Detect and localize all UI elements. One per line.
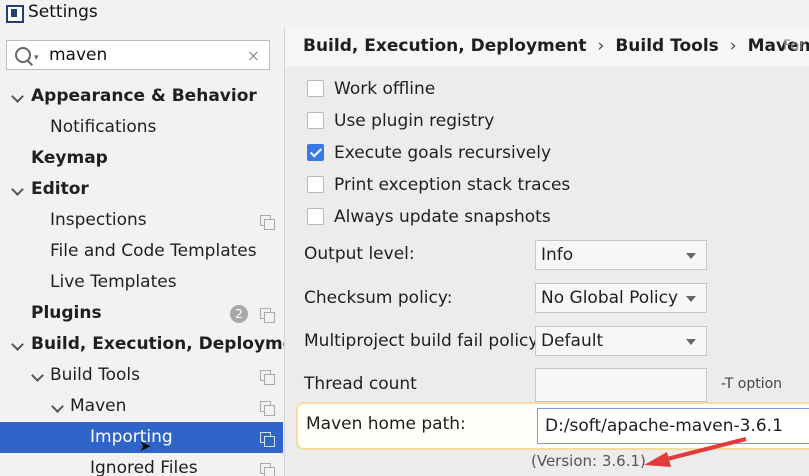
title-bar: Settings <box>0 0 809 28</box>
clear-search-icon[interactable]: × <box>247 46 260 65</box>
settings-search-input[interactable] <box>49 45 249 65</box>
checkbox-label: Work offline <box>334 79 436 99</box>
tree-item-label: Editor <box>31 179 89 199</box>
tree-item-label: Live Templates <box>50 272 177 292</box>
settings-search-box[interactable]: ▾ × <box>6 40 270 70</box>
execute-goals-recursively-checkbox[interactable] <box>307 144 324 161</box>
tree-item-inspections[interactable]: Inspections <box>0 205 283 236</box>
tree-item-build-execution-deployment[interactable]: Build, Execution, Deployment <box>0 329 284 360</box>
annotation-arrow-icon <box>644 437 747 467</box>
breadcrumb: Build, Execution, Deployment › Build Tools… <box>303 36 809 56</box>
checkbox-label: Execute goals recursively <box>334 143 552 163</box>
mouse-cursor-icon: ➤ <box>139 437 152 455</box>
window-title: Settings <box>28 2 98 22</box>
project-settings-copy-icon <box>260 308 275 323</box>
breadcrumb-item[interactable]: Build Tools <box>615 36 718 56</box>
expand-arrow-icon[interactable] <box>11 184 23 196</box>
tree-item-maven[interactable]: Maven <box>0 391 283 422</box>
tree-item-label: Importing <box>90 427 173 447</box>
project-settings-copy-icon <box>260 215 275 230</box>
tree-item-plugins[interactable]: Plugins 2 <box>0 298 283 329</box>
dropdown-arrow-icon <box>686 296 696 302</box>
multiproject-policy-dropdown[interactable]: Default <box>535 326 707 356</box>
project-settings-copy-icon <box>260 432 275 447</box>
tree-item-notifications[interactable]: Notifications <box>0 112 283 143</box>
thread-count-option-hint: -T option <box>721 376 783 392</box>
always-update-snapshots-checkbox[interactable] <box>307 208 324 225</box>
breadcrumb-item[interactable]: Build, Execution, Deployment <box>303 36 587 56</box>
print-exception-stack-traces-checkbox[interactable] <box>307 176 324 193</box>
checksum-policy-label: Checksum policy: <box>304 288 453 308</box>
output-level-label: Output level: <box>304 244 415 264</box>
work-offline-checkbox[interactable] <box>307 80 324 97</box>
dropdown-arrow-icon <box>686 339 696 345</box>
tree-item-build-tools[interactable]: Build Tools <box>0 360 283 391</box>
output-level-dropdown[interactable]: Info <box>535 240 707 270</box>
expand-arrow-icon[interactable] <box>51 401 63 413</box>
plugins-update-badge: 2 <box>230 305 248 323</box>
header-right-text: For <box>783 38 805 54</box>
tree-item-label: Appearance & Behavior <box>31 86 257 106</box>
expand-arrow-icon[interactable] <box>31 370 43 382</box>
project-settings-copy-icon <box>260 463 275 476</box>
app-icon <box>6 5 24 23</box>
search-history-chevron-icon[interactable]: ▾ <box>34 53 39 63</box>
maven-version-text: (Version: 3.6.1) <box>531 452 646 470</box>
dropdown-value: Info <box>541 245 574 265</box>
dropdown-value: Default <box>541 331 604 351</box>
tree-item-label: Build Tools <box>50 365 140 385</box>
checkbox-label: Always update snapshots <box>334 207 551 227</box>
tree-item-label: Keymap <box>31 148 108 168</box>
expand-arrow-icon[interactable] <box>11 339 23 351</box>
settings-header: Build, Execution, Deployment › Build Tools… <box>285 28 809 67</box>
dropdown-value: No Global Policy <box>541 288 679 308</box>
tree-item-label: Build, Execution, Deployment <box>31 334 284 354</box>
thread-count-label: Thread count <box>304 374 417 394</box>
tree-item-label: Notifications <box>50 117 157 137</box>
tree-item-keymap[interactable]: Keymap <box>0 143 283 174</box>
maven-home-path-label: Maven home path: <box>306 414 466 434</box>
project-settings-copy-icon <box>260 401 275 416</box>
tree-item-label: Maven <box>70 396 127 416</box>
maven-settings-panel: Work offline Use plugin registry Execute… <box>285 67 809 476</box>
checksum-policy-dropdown[interactable]: No Global Policy <box>535 283 707 313</box>
use-plugin-registry-checkbox[interactable] <box>307 112 324 129</box>
tree-item-label: Inspections <box>50 210 147 230</box>
tree-item-appearance-behavior[interactable]: Appearance & Behavior <box>0 81 283 112</box>
multiproject-policy-label: Multiproject build fail policy: <box>304 331 543 351</box>
tree-item-label: File and Code Templates <box>50 241 257 261</box>
dropdown-arrow-icon <box>686 253 696 259</box>
tree-item-editor[interactable]: Editor <box>0 174 283 205</box>
expand-arrow-icon[interactable] <box>11 91 23 103</box>
search-icon <box>15 47 31 63</box>
checkbox-label: Use plugin registry <box>334 111 495 131</box>
tree-item-file-code-templates[interactable]: File and Code Templates <box>0 236 283 267</box>
tree-item-label: Plugins <box>31 303 102 323</box>
tree-item-label: Ignored Files <box>90 458 198 476</box>
checkbox-label: Print exception stack traces <box>334 175 571 195</box>
tree-item-live-templates[interactable]: Live Templates <box>0 267 283 298</box>
tree-item-ignored-files[interactable]: Ignored Files <box>0 453 283 476</box>
thread-count-input[interactable] <box>535 368 707 402</box>
settings-sidebar: ▾ × Appearance & Behavior Notifications … <box>0 28 285 476</box>
project-settings-copy-icon <box>260 370 275 385</box>
